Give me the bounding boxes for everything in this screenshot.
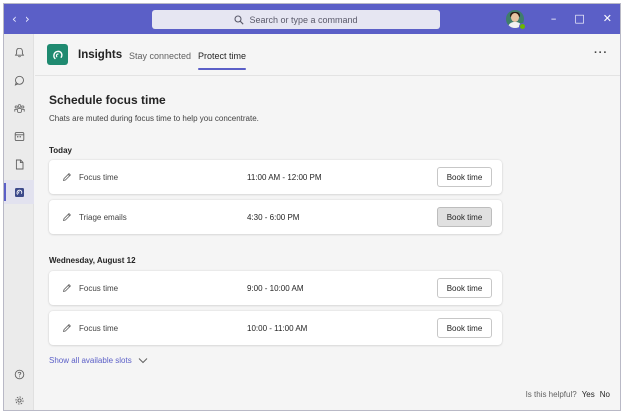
feedback-prompt: Is this helpful? Yes No xyxy=(526,390,610,399)
protect-time-panel: Schedule focus time Chats are muted duri… xyxy=(35,76,620,410)
active-tab-indicator xyxy=(198,68,246,70)
search-placeholder: Search or type a command xyxy=(249,14,358,25)
chevron-right-icon[interactable]: › xyxy=(25,12,30,26)
chat-icon xyxy=(14,75,24,86)
close-icon[interactable]: ✕ xyxy=(603,12,612,25)
slot-name: Triage emails xyxy=(79,213,127,222)
slot-name: Focus time xyxy=(79,284,119,293)
feedback-question: Is this helpful? xyxy=(525,390,577,399)
pencil-icon[interactable] xyxy=(62,283,72,293)
chevron-left-icon[interactable]: ‹ xyxy=(12,12,17,26)
search-box[interactable]: Search or type a command xyxy=(152,10,440,29)
app-rail xyxy=(4,34,34,410)
teams-window: ‹ › Search or type a command – □ ✕ Insig… xyxy=(3,3,621,411)
more-options-button[interactable]: ··· xyxy=(594,47,608,59)
slot-time: 10:00 - 11:00 AM xyxy=(247,324,308,333)
slot-card: Focus time 9:00 - 10:00 AM Book time xyxy=(49,271,502,305)
settings-icon xyxy=(14,395,24,405)
slot-time: 11:00 AM - 12:00 PM xyxy=(247,173,322,182)
bell-icon xyxy=(14,47,24,57)
history-navigation: ‹ › xyxy=(12,12,30,26)
tab-protect-time[interactable]: Protect time xyxy=(198,51,246,61)
files-icon xyxy=(15,159,23,169)
teams-icon xyxy=(13,103,25,113)
search-icon xyxy=(234,14,245,25)
active-indicator xyxy=(4,183,6,201)
rail-item-calendar[interactable] xyxy=(4,124,34,148)
day-label-wednesday: Wednesday, August 12 xyxy=(49,256,136,265)
slot-name: Focus time xyxy=(79,173,119,182)
rail-item-files[interactable] xyxy=(4,152,34,176)
book-time-button[interactable]: Book time xyxy=(437,278,492,298)
rail-item-settings[interactable] xyxy=(4,388,34,410)
insights-swirl-icon xyxy=(52,50,63,59)
title-bar: ‹ › Search or type a command – □ ✕ xyxy=(4,4,620,34)
avatar-face xyxy=(511,13,519,22)
page-subtitle: Chats are muted during focus time to hel… xyxy=(49,114,259,123)
app-header: Insights Stay connected Protect time ··· xyxy=(35,34,620,76)
rail-item-help[interactable] xyxy=(4,362,34,386)
slot-card: Focus time 11:00 AM - 12:00 PM Book time xyxy=(49,160,502,194)
help-icon xyxy=(14,369,24,379)
minimize-icon[interactable]: – xyxy=(551,12,557,25)
rail-item-chat[interactable] xyxy=(4,68,34,92)
rail-item-activity[interactable] xyxy=(4,40,34,64)
feedback-yes-button[interactable]: Yes xyxy=(582,390,595,399)
slot-card: Triage emails 4:30 - 6:00 PM Book time xyxy=(49,200,502,234)
rail-item-insights[interactable] xyxy=(4,180,34,204)
app-name: Insights xyxy=(78,49,123,61)
tab-stay-connected[interactable]: Stay connected xyxy=(129,51,191,61)
slot-time: 9:00 - 10:00 AM xyxy=(247,284,304,293)
pencil-icon[interactable] xyxy=(62,212,72,222)
calendar-icon xyxy=(14,131,24,141)
slot-time: 4:30 - 6:00 PM xyxy=(247,213,300,222)
book-time-button[interactable]: Book time xyxy=(437,318,492,338)
show-all-label: Show all available slots xyxy=(49,356,132,365)
insights-logo-icon xyxy=(47,44,68,65)
pencil-icon[interactable] xyxy=(62,323,72,333)
day-label-today: Today xyxy=(49,146,72,155)
rail-item-teams[interactable] xyxy=(4,96,34,120)
book-time-button[interactable]: Book time xyxy=(437,167,492,187)
slot-name: Focus time xyxy=(79,324,119,333)
pencil-icon[interactable] xyxy=(62,172,72,182)
insights-app-icon xyxy=(14,187,24,197)
presence-available-icon xyxy=(519,23,526,30)
chevron-down-icon xyxy=(138,358,148,364)
maximize-icon[interactable]: □ xyxy=(574,12,584,25)
feedback-no-button[interactable]: No xyxy=(600,390,610,399)
slot-card: Focus time 10:00 - 11:00 AM Book time xyxy=(49,311,502,345)
page-title: Schedule focus time xyxy=(49,93,166,107)
book-time-button[interactable]: Book time xyxy=(437,207,492,227)
show-all-slots-link[interactable]: Show all available slots xyxy=(49,356,148,365)
window-controls: – □ ✕ xyxy=(551,12,612,25)
